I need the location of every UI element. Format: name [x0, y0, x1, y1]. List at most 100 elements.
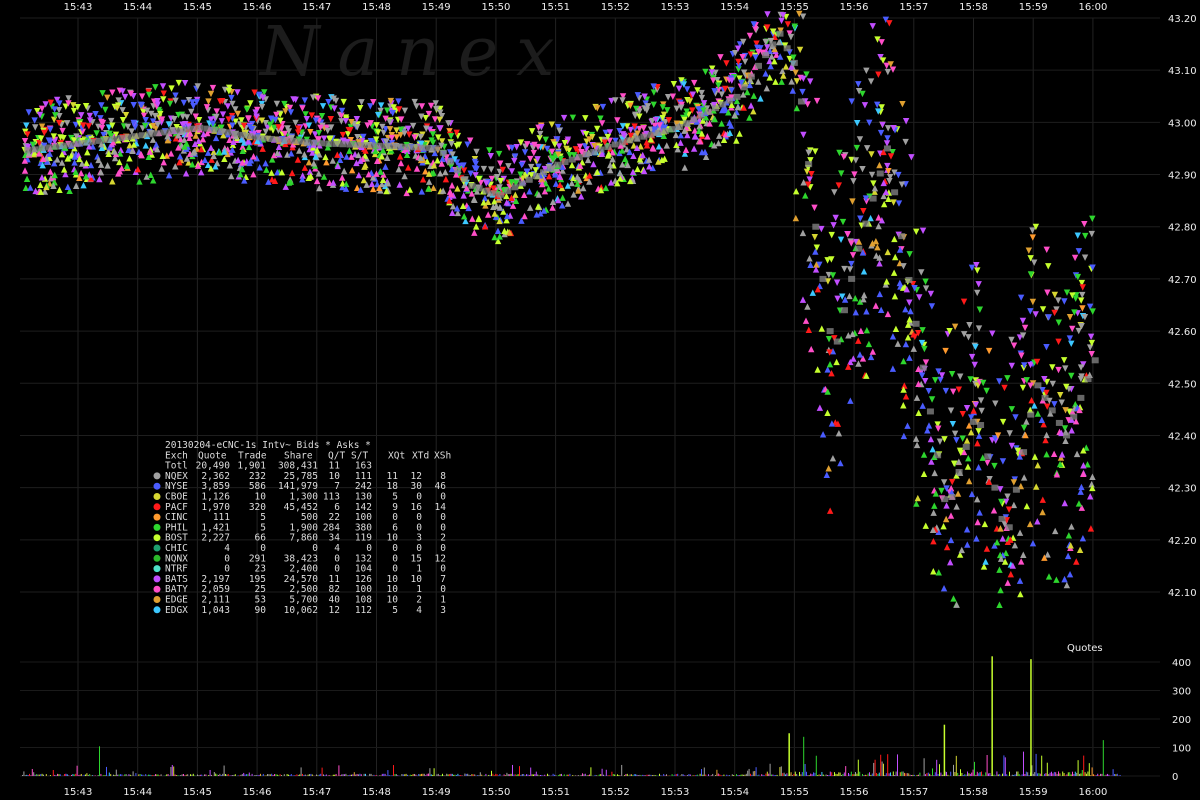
- volume-bar: [183, 773, 184, 776]
- volume-bar: [1035, 753, 1037, 776]
- volume-bar: [666, 774, 667, 776]
- volume-bar: [411, 775, 413, 776]
- volume-bar: [969, 773, 971, 776]
- volume-bar: [925, 774, 926, 776]
- volume-bar: [808, 775, 810, 776]
- volume-bar: [173, 766, 175, 776]
- nbbo-marker: [640, 133, 648, 140]
- volume-bar: [534, 774, 536, 776]
- volume-bar: [185, 774, 187, 776]
- volume-bar: [617, 774, 618, 776]
- volume-bar: [1091, 767, 1093, 776]
- volume-bar: [437, 773, 439, 776]
- volume-bar: [1014, 774, 1016, 776]
- volume-bar: [499, 773, 501, 776]
- volume-bar: [272, 775, 274, 776]
- volume-bar: [363, 773, 365, 776]
- volume-bar: [432, 774, 434, 776]
- volume-bar: [876, 772, 877, 776]
- volume-bar: [230, 775, 232, 776]
- volume-bar: [744, 774, 746, 776]
- nbbo-marker: [360, 142, 368, 149]
- volume-bar: [233, 774, 235, 776]
- nbbo-marker: [146, 131, 154, 138]
- volume-bar: [572, 775, 574, 776]
- volume-bar: [642, 774, 644, 776]
- volume-bar: [953, 764, 954, 776]
- nbbo-marker: [461, 176, 469, 183]
- volume-bar: [965, 774, 967, 776]
- volume-bar: [523, 774, 525, 776]
- volume-bar: [775, 774, 777, 776]
- volume-bar: [974, 761, 975, 776]
- nbbo-marker: [826, 328, 834, 335]
- volume-bar: [468, 774, 470, 776]
- volume-bar: [1046, 762, 1048, 776]
- volume-bar: [1079, 773, 1080, 776]
- volume-bar: [1077, 760, 1079, 776]
- volume-bar: [397, 775, 399, 776]
- volume-bar: [580, 774, 582, 776]
- volume-bar: [596, 775, 597, 776]
- volume-bar: [122, 775, 124, 776]
- volume-bar: [381, 773, 383, 776]
- nbbo-marker: [561, 159, 569, 166]
- volume-bar: [855, 771, 856, 776]
- volume-tick-label: 200: [1172, 715, 1191, 726]
- volume-bar: [745, 773, 747, 776]
- volume-bar: [636, 774, 638, 776]
- volume-bar: [152, 775, 154, 776]
- x-tick-label: 15:43: [64, 2, 93, 13]
- volume-tick-label: 400: [1172, 658, 1191, 669]
- volume-bar: [541, 774, 543, 776]
- volume-bar: [929, 773, 931, 776]
- volume-bar: [414, 773, 415, 776]
- legend-cell: 10,062: [284, 605, 318, 616]
- nbbo-marker: [647, 131, 655, 138]
- volume-bar: [689, 774, 691, 776]
- volume-bar: [1025, 771, 1027, 776]
- volume-bar: [139, 773, 141, 776]
- volume-bar: [353, 772, 355, 776]
- volume-bar: [1003, 755, 1005, 776]
- volume-bar: [569, 773, 571, 776]
- nbbo-marker: [217, 128, 225, 135]
- volume-bar: [488, 774, 490, 776]
- volume-bar: [118, 774, 120, 776]
- x-tick-label: 15:52: [601, 2, 630, 13]
- volume-bar: [75, 773, 77, 776]
- nbbo-marker: [439, 149, 447, 156]
- volume-bar: [268, 774, 270, 776]
- nbbo-marker: [475, 185, 483, 192]
- volume-bar: [692, 775, 694, 776]
- volume-bar: [867, 773, 869, 776]
- volume-bar: [304, 774, 306, 776]
- volume-bar: [710, 775, 712, 776]
- volume-tick-label: 100: [1172, 744, 1191, 755]
- nbbo-marker: [203, 125, 211, 132]
- nbbo-marker: [24, 147, 32, 154]
- volume-bar: [566, 774, 568, 776]
- volume-bar: [512, 764, 513, 776]
- volume-bar: [908, 773, 910, 776]
- volume-bar: [912, 774, 914, 776]
- volume-bar: [89, 774, 91, 776]
- nbbo-marker: [1020, 449, 1028, 456]
- nbbo-marker: [411, 144, 419, 151]
- volume-bar: [181, 774, 183, 776]
- volume-bar: [723, 774, 725, 776]
- volume-bar: [1067, 772, 1069, 776]
- volume-bar: [439, 775, 441, 776]
- volume-bar: [838, 772, 840, 776]
- volume-bar: [807, 775, 809, 776]
- volume-bar: [841, 774, 842, 776]
- nbbo-marker: [45, 144, 53, 151]
- volume-bar: [27, 775, 29, 776]
- x-tick-label: 15:56: [840, 2, 869, 13]
- volume-bar: [166, 774, 168, 776]
- volume-bar: [600, 774, 602, 776]
- nbbo-marker: [1091, 357, 1099, 364]
- nbbo-marker: [81, 139, 89, 146]
- volume-bar: [751, 774, 753, 776]
- volume-bar: [831, 772, 833, 776]
